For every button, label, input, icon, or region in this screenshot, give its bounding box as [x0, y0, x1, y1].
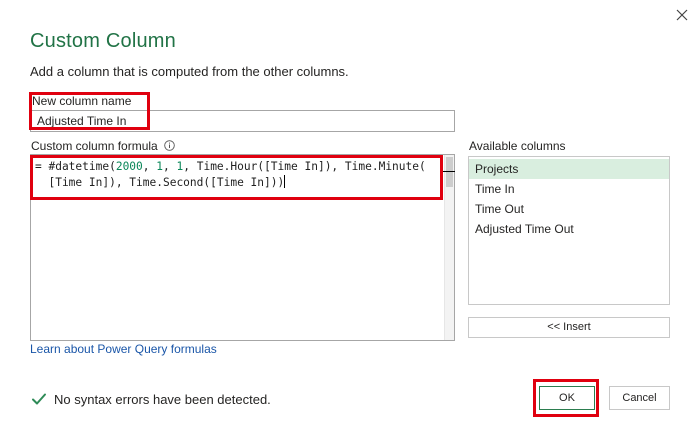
dialog-subtitle: Add a column that is computed from the o… — [30, 64, 349, 79]
dialog-title: Custom Column — [30, 30, 176, 52]
available-column-projects[interactable]: Projects — [469, 159, 669, 179]
available-columns-label: Available columns — [469, 139, 566, 153]
editor-scrollbar-thumb[interactable] — [446, 157, 453, 187]
new-column-name-input[interactable] — [30, 110, 455, 132]
custom-column-formula-label: Custom column formula — [31, 139, 158, 153]
new-column-name-label: New column name — [32, 94, 132, 108]
available-columns-list[interactable]: Projects Time In Time Out Adjusted Time … — [468, 156, 670, 305]
close-icon — [671, 4, 693, 26]
close-button[interactable] — [671, 4, 693, 26]
formula-code: = #datetime(2000, 1, 1, Time.Hour([Time … — [35, 159, 443, 191]
available-column-time-in[interactable]: Time In — [469, 179, 669, 199]
formula-line-2: [Time In]), Time.Second([Time In])) — [35, 175, 286, 189]
insert-button[interactable]: << Insert — [468, 317, 670, 338]
cancel-button[interactable]: Cancel — [609, 386, 670, 410]
ok-button[interactable]: OK — [539, 386, 595, 410]
checkmark-icon — [31, 391, 47, 407]
info-icon[interactable] — [164, 140, 175, 151]
text-cursor — [284, 175, 286, 188]
syntax-status-text: No syntax errors have been detected. — [54, 392, 271, 407]
formula-line-1: = #datetime(2000, 1, 1, Time.Hour([Time … — [35, 160, 426, 173]
available-column-adjusted-time-out[interactable]: Adjusted Time Out — [469, 219, 669, 239]
formula-editor[interactable]: = #datetime(2000, 1, 1, Time.Hour([Time … — [30, 154, 455, 341]
learn-power-query-link[interactable]: Learn about Power Query formulas — [30, 342, 217, 356]
available-column-time-out[interactable]: Time Out — [469, 199, 669, 219]
editor-scrollbar[interactable] — [444, 155, 454, 340]
editor-line-indicator — [443, 171, 455, 172]
